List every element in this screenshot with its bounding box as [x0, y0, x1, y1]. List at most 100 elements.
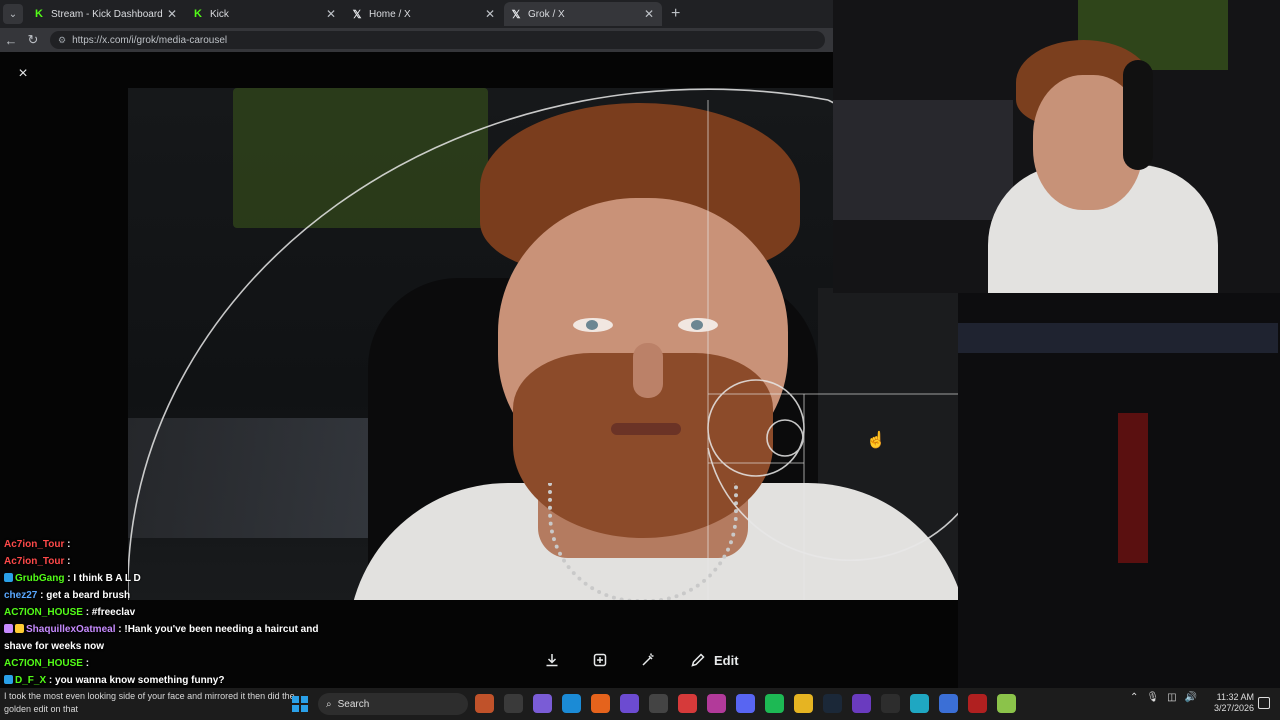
- nose: [633, 343, 663, 398]
- stream-caption: I took the most even looking side of you…: [4, 691, 295, 714]
- chat-text: : #freeclav: [85, 607, 136, 618]
- chat-text: : I think B A L D: [67, 573, 141, 584]
- tab-kick-dashboard[interactable]: K Stream - Kick Dashboard ✕: [27, 2, 185, 26]
- stream-background: [958, 293, 1280, 688]
- webcam-overlay: [833, 0, 1280, 293]
- kick-icon: K: [35, 8, 43, 20]
- tab-close-icon[interactable]: ✕: [642, 7, 656, 21]
- copy-icon: [593, 653, 607, 667]
- back-icon[interactable]: ←: [0, 33, 22, 48]
- red-object: [1118, 413, 1148, 563]
- tab-close-icon[interactable]: ✕: [483, 7, 497, 21]
- animate-button[interactable]: [624, 648, 672, 672]
- webcam-background-clutter: [833, 100, 1013, 220]
- chat-username: AC7ION_HOUSE: [4, 607, 83, 618]
- x-icon: 𝕏: [511, 8, 521, 21]
- chat-message: AC7ION_HOUSE : #freeclav: [0, 604, 320, 621]
- screen: ⌄ K Stream - Kick Dashboard ✕ K Kick ✕ 𝕏…: [0, 0, 1280, 720]
- address-bar: ← ↻ ⚙ https://x.com/i/grok/media-carouse…: [0, 28, 833, 52]
- spotify-icon[interactable]: [765, 694, 784, 713]
- windows-start-icon[interactable]: [292, 696, 308, 712]
- close-icon[interactable]: ×: [14, 65, 32, 83]
- figure-shelf: [958, 323, 1278, 353]
- chat-text: :: [85, 658, 90, 669]
- chrome-icon[interactable]: [649, 694, 668, 713]
- fx-icon[interactable]: [939, 694, 958, 713]
- task-view-icon[interactable]: [504, 694, 523, 713]
- edit-button[interactable]: Edit: [690, 652, 739, 668]
- app-purple-icon[interactable]: [852, 694, 871, 713]
- mouth: [611, 423, 681, 435]
- chat-message: Ac7ion_Tour :: [0, 536, 320, 553]
- app-cyan-icon[interactable]: [910, 694, 929, 713]
- chat-text: :: [67, 556, 71, 567]
- stream-chat: Ac7ion_Tour : Ac7ion_Tour : GrubGang : I…: [0, 536, 320, 689]
- taskbar-apps: [475, 694, 1016, 713]
- search-placeholder: Search: [337, 698, 370, 710]
- reload-icon[interactable]: ↻: [22, 32, 44, 48]
- taskbar-search[interactable]: ⌕ Search: [318, 693, 468, 715]
- taskbar-clock[interactable]: 11:32 AM 3/27/2026: [1210, 692, 1254, 714]
- widget-icon[interactable]: [475, 694, 494, 713]
- chat-username: AC7ION_HOUSE: [4, 658, 83, 669]
- file-explorer-icon[interactable]: [794, 694, 813, 713]
- microphone-icon[interactable]: 🎙: [1146, 692, 1159, 703]
- x-icon: 𝕏: [352, 8, 362, 21]
- tab-home-x[interactable]: 𝕏 Home / X ✕: [345, 2, 503, 26]
- pencil-icon: [691, 653, 705, 667]
- new-tab-button[interactable]: +: [671, 5, 680, 23]
- steam-icon[interactable]: [823, 694, 842, 713]
- edge-icon[interactable]: [562, 694, 581, 713]
- app-icon[interactable]: [620, 694, 639, 713]
- badge-icon: [15, 624, 24, 633]
- tab-title: Stream - Kick Dashboard: [51, 8, 163, 20]
- download-icon: [546, 654, 558, 667]
- url-field[interactable]: ⚙ https://x.com/i/grok/media-carousel: [50, 31, 825, 49]
- discord-icon[interactable]: [736, 694, 755, 713]
- chat-username: D_F_X: [15, 675, 47, 686]
- chat-username: Ac7ion_Tour: [4, 556, 65, 567]
- tab-search-button[interactable]: ⌄: [3, 4, 23, 24]
- hand-cursor-icon: ☝: [866, 432, 886, 449]
- volume-icon[interactable]: 🔊: [1185, 692, 1197, 703]
- chat-message: GrubGang : I think B A L D: [0, 570, 320, 587]
- tab-close-icon[interactable]: ✕: [165, 7, 179, 21]
- copilot-icon[interactable]: [533, 694, 552, 713]
- chat-message: Ac7ion_Tour :: [0, 553, 320, 570]
- tab-title: Kick: [210, 8, 229, 20]
- chat-message: ShaquillexOatmeal : !Hank you've been ne…: [0, 621, 320, 655]
- tab-grok-x[interactable]: 𝕏 Grok / X ✕: [504, 2, 662, 26]
- site-info-icon[interactable]: ⚙: [58, 35, 66, 46]
- app-green-icon[interactable]: [997, 694, 1016, 713]
- music-icon[interactable]: [707, 694, 726, 713]
- edit-label: Edit: [714, 652, 739, 668]
- notification-icon[interactable]: [1258, 697, 1270, 709]
- right-eye: [678, 318, 718, 332]
- tab-title: Grok / X: [528, 8, 565, 20]
- chat-username: Ac7ion_Tour: [4, 539, 65, 550]
- chat-message: D_F_X : you wanna know something funny?: [0, 672, 320, 689]
- tab-close-icon[interactable]: ✕: [324, 7, 338, 21]
- windows-taskbar: I took the most even looking side of you…: [0, 688, 1280, 720]
- download-button[interactable]: [528, 648, 576, 672]
- obs-icon[interactable]: [881, 694, 900, 713]
- tab-bar: ⌄ K Stream - Kick Dashboard ✕ K Kick ✕ 𝕏…: [0, 0, 833, 28]
- firefox-icon[interactable]: [591, 694, 610, 713]
- search-icon: ⌕: [326, 698, 332, 710]
- chat-message: chez27 : get a beard brush: [0, 587, 320, 604]
- media-action-bar: Edit: [528, 648, 739, 672]
- chat-text: : you wanna know something funny?: [48, 675, 225, 686]
- badge-icon: [4, 624, 13, 633]
- webcam-headset: [1123, 60, 1153, 170]
- game-icon[interactable]: [968, 694, 987, 713]
- kick-icon: K: [194, 8, 202, 20]
- app-red-icon[interactable]: [678, 694, 697, 713]
- copy-button[interactable]: [576, 648, 624, 672]
- left-eye: [573, 318, 613, 332]
- badge-icon: [4, 675, 13, 684]
- tab-kick[interactable]: K Kick ✕: [186, 2, 344, 26]
- tab-title: Home / X: [369, 8, 411, 20]
- chevron-up-icon[interactable]: ⌃: [1130, 692, 1138, 703]
- clock-date: 3/27/2026: [1213, 703, 1254, 713]
- network-icon[interactable]: ◫: [1167, 692, 1176, 703]
